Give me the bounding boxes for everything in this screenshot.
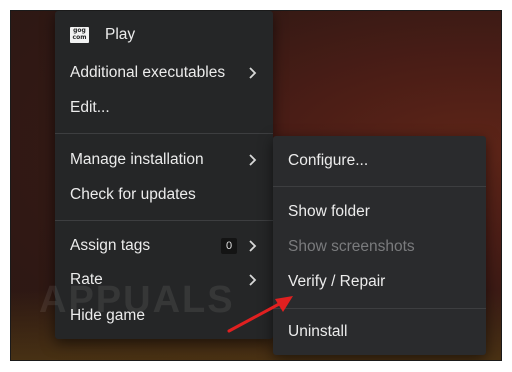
menu-divider xyxy=(55,133,273,134)
submenu-item-configure[interactable]: Configure... xyxy=(273,145,486,177)
submenu-item-label: Show screenshots xyxy=(288,238,415,255)
submenu-divider xyxy=(273,186,486,187)
screenshot-frame: gog com Play Additional executables Edit.… xyxy=(10,10,502,361)
submenu-item-label: Configure... xyxy=(288,152,369,169)
menu-divider xyxy=(55,220,273,221)
chevron-right-icon xyxy=(249,240,257,252)
menu-item-label: Check for updates xyxy=(70,186,196,203)
menu-item-label: Manage installation xyxy=(70,151,204,168)
menu-item-additional-executables[interactable]: Additional executables xyxy=(55,57,273,89)
tag-count-badge: 0 xyxy=(221,238,237,254)
menu-item-play[interactable]: gog com Play xyxy=(55,19,273,51)
watermark: APPUALS xyxy=(39,279,235,321)
menu-item-label: Additional executables xyxy=(70,64,226,81)
menu-item-label: Play xyxy=(105,26,136,43)
menu-item-assign-tags[interactable]: Assign tags 0 xyxy=(55,230,273,262)
menu-item-manage-installation[interactable]: Manage installation xyxy=(55,144,273,176)
chevron-right-icon xyxy=(249,154,257,166)
submenu-item-show-folder[interactable]: Show folder xyxy=(273,196,486,228)
menu-item-edit[interactable]: Edit... xyxy=(55,92,273,124)
submenu-item-label: Show folder xyxy=(288,203,370,220)
menu-item-label: Assign tags xyxy=(70,237,151,254)
menu-item-check-updates[interactable]: Check for updates xyxy=(55,179,273,211)
gog-icon: gog com xyxy=(70,27,89,43)
submenu-item-show-screenshots: Show screenshots xyxy=(273,231,486,263)
chevron-right-icon xyxy=(249,67,257,79)
menu-item-label: Edit... xyxy=(70,99,110,116)
red-arrow-icon xyxy=(227,296,293,333)
